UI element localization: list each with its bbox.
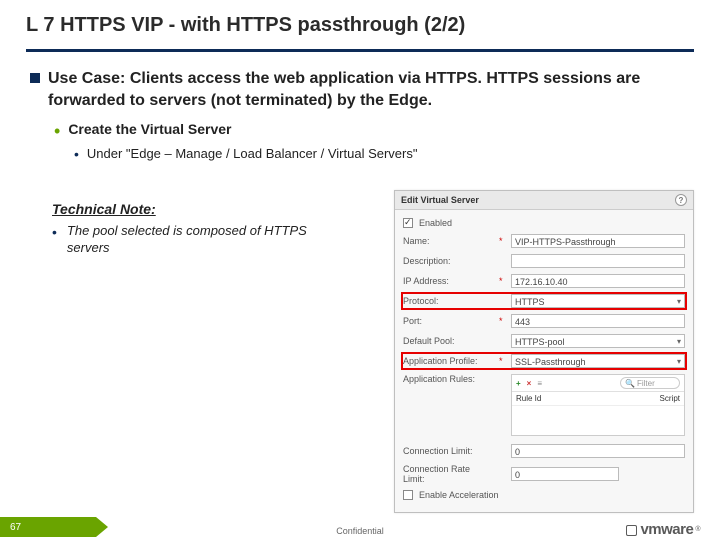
pool-label: Default Pool: [403,336,493,346]
app-profile-label: Application Profile: [403,356,493,366]
row-name: Name: * VIP-HTTPS-Passthrough [403,234,685,248]
logo-text: vmware [640,521,693,538]
rules-filter[interactable]: 🔍 Filter [620,377,680,389]
add-icon[interactable]: + [516,379,521,388]
dot-icon: • [74,147,79,161]
row-app-rules: Application Rules: + × ≡ 🔍 Filte [403,374,685,436]
conn-rate-input[interactable]: 0 [511,467,619,481]
row-conn-rate: Connection Rate Limit: 0 [403,464,685,484]
sub-bullet-1: • Create the Virtual Server [54,121,690,140]
row-description: Description: [403,254,685,268]
usecase-bullet: Use Case: Clients access the web applica… [30,68,690,111]
rules-table: + × ≡ 🔍 Filter Rule Id Script [511,374,685,436]
acceleration-label: Enable Acceleration [419,490,499,500]
usecase-text: Use Case: Clients access the web applica… [48,68,690,111]
page-number-flag: 67 [0,517,96,537]
dot-icon: • [52,225,57,257]
row-protocol: Protocol: HTTPS [403,294,685,308]
vmware-logo: vmware® [626,521,700,538]
remove-icon[interactable]: × [527,379,532,388]
technical-note: Technical Note: • The pool selected is c… [30,201,320,257]
reorder-icon[interactable]: ≡ [537,379,542,388]
logo-box-icon [626,525,637,536]
page-number: 67 [10,522,21,533]
app-rules-area: + × ≡ 🔍 Filter Rule Id Script [511,374,685,436]
conn-limit-input[interactable]: 0 [511,444,685,458]
app-rules-label: Application Rules: [403,374,493,384]
acceleration-checkbox[interactable] [403,490,413,500]
port-input[interactable]: 443 [511,314,685,328]
technote-row: • The pool selected is composed of HTTPS… [52,223,320,257]
ip-label: IP Address: [403,276,493,286]
technote-text: The pool selected is composed of HTTPS s… [67,223,320,257]
search-icon: 🔍 [625,379,635,388]
name-input[interactable]: VIP-HTTPS-Passthrough [511,234,685,248]
row-enabled: Enabled [403,218,685,228]
dialog-header: Edit Virtual Server ? [395,191,693,210]
rules-toolbar: + × ≡ 🔍 Filter [512,375,684,392]
required-icon: * [499,276,505,286]
technote-heading: Technical Note: [52,201,320,217]
row-acceleration: Enable Acceleration [403,490,685,500]
col-script: Script [598,394,680,403]
protocol-label: Protocol: [403,296,493,306]
conn-limit-label: Connection Limit: [403,446,493,456]
ip-input[interactable]: 172.16.10.40 [511,274,685,288]
app-profile-select[interactable]: SSL-Passthrough [511,354,685,368]
conn-rate-label: Connection Rate Limit: [403,464,493,484]
registered-icon: ® [695,526,700,533]
dialog-title: Edit Virtual Server [401,195,479,205]
sub1-text: Create the Virtual Server [68,121,231,137]
protocol-select[interactable]: HTTPS [511,294,685,308]
name-label: Name: [403,236,493,246]
rules-header: Rule Id Script [512,392,684,406]
confidential-label: Confidential [336,526,384,536]
help-icon[interactable]: ? [675,194,687,206]
row-app-profile: Application Profile: * SSL-Passthrough [403,354,685,368]
filter-placeholder: Filter [637,379,655,388]
desc-input[interactable] [511,254,685,268]
title-area: L 7 HTTPS VIP - with HTTPS passthrough (… [0,0,720,43]
row-default-pool: Default Pool: HTTPS-pool [403,334,685,348]
enabled-label: Enabled [419,218,452,228]
required-icon: * [499,356,505,366]
dot-icon: • [54,122,60,140]
slide: L 7 HTTPS VIP - with HTTPS passthrough (… [0,0,720,540]
required-icon: * [499,236,505,246]
enabled-checkbox[interactable] [403,218,413,228]
pool-select[interactable]: HTTPS-pool [511,334,685,348]
slide-title: L 7 HTTPS VIP - with HTTPS passthrough (… [26,14,694,37]
row-conn-limit: Connection Limit: 0 [403,444,685,458]
sub2-text: Under "Edge – Manage / Load Balancer / V… [87,146,418,161]
bottom-fields: Connection Limit: 0 Connection Rate Limi… [403,444,685,500]
dialog-body: Enabled Name: * VIP-HTTPS-Passthrough De… [395,210,693,512]
port-label: Port: [403,316,493,326]
footer: 67 Confidential vmware® [0,514,720,540]
row-ip: IP Address: * 172.16.10.40 [403,274,685,288]
col-rule-id: Rule Id [516,394,598,403]
required-icon: * [499,316,505,326]
desc-label: Description: [403,256,493,266]
sub-bullet-2: • Under "Edge – Manage / Load Balancer /… [74,146,690,161]
square-bullet-icon [30,73,40,83]
row-port: Port: * 443 [403,314,685,328]
edit-virtual-server-dialog: Edit Virtual Server ? Enabled Name: * VI… [394,190,694,513]
